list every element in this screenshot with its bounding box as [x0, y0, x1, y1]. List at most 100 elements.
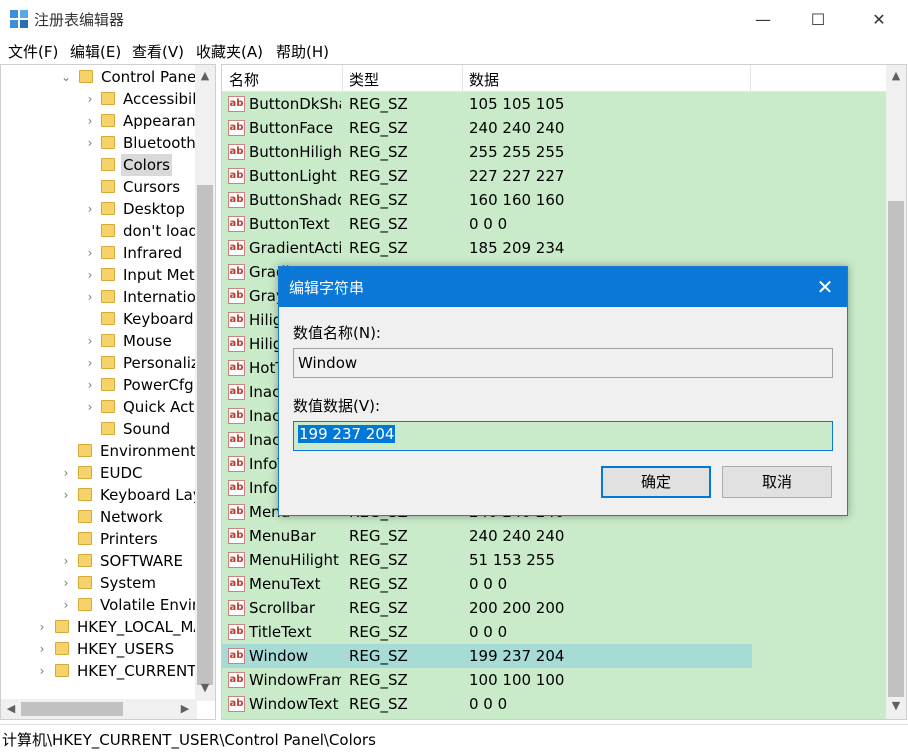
list-row[interactable]: abButtonDkShadow REG_SZ 105 105 105 — [222, 92, 752, 116]
tree-item[interactable]: › Mouse — [1, 330, 195, 352]
tree-item[interactable]: › Desktop — [1, 198, 195, 220]
chevron-right-icon[interactable]: › — [83, 132, 97, 154]
chevron-right-icon[interactable]: › — [83, 352, 97, 374]
tree-item[interactable]: › Bluetooth — [1, 132, 196, 154]
tree-vertical-scroll-thumb[interactable] — [197, 185, 213, 685]
list-scroll-down-icon[interactable]: ▼ — [888, 699, 904, 712]
tree-item[interactable]: ⌄ Control Panel — [1, 66, 201, 88]
tree-item[interactable]: › EUDC — [1, 462, 195, 484]
list-row[interactable]: ab ButtonLight REG_SZ 227 227 227 — [222, 164, 752, 188]
list-header: 名称 类型 数据 — [222, 65, 886, 92]
close-window-button[interactable]: ✕ — [852, 0, 906, 38]
tree-scroll-left-icon[interactable]: ◀ — [3, 702, 19, 715]
chevron-right-icon[interactable]: › — [83, 264, 97, 286]
chevron-right-icon[interactable]: › — [35, 660, 49, 682]
tree-horizontal-scroll-thumb[interactable] — [21, 702, 123, 716]
tree-item[interactable]: Colors — [1, 154, 195, 176]
tree-item[interactable]: ›Personalization — [1, 352, 215, 374]
tree-item[interactable]: don't load — [1, 220, 198, 242]
list-row[interactable]: ab Window REG_SZ 199 237 204 — [222, 644, 752, 668]
column-separator[interactable] — [462, 65, 463, 91]
registry-tree[interactable]: ⌄ Control Panel › Accessibility › Appearance ›… — [0, 64, 216, 720]
chevron-down-icon[interactable]: ⌄ — [59, 66, 73, 88]
list-row[interactable]: abGradientActiveTitle REG_SZ 185 209 234 — [222, 236, 752, 260]
tree-item[interactable]: › International — [1, 286, 215, 308]
ok-button[interactable]: 确定 — [601, 466, 711, 498]
tree-item[interactable]: › System — [1, 572, 195, 594]
chevron-right-icon[interactable]: › — [59, 594, 73, 616]
list-row[interactable]: ab MenuHilight REG_SZ 51 153 255 — [222, 548, 752, 572]
value-name-field[interactable]: Window — [293, 348, 833, 378]
list-row[interactable]: abButtonShadow REG_SZ 160 160 160 — [222, 188, 752, 212]
tree-item[interactable]: Printers — [1, 528, 195, 550]
menu-file[interactable]: 文件(F) — [8, 41, 58, 62]
list-row[interactable]: ab ButtonHilight REG_SZ 255 255 255 — [222, 140, 752, 164]
value-name: TitleText — [249, 623, 312, 641]
chevron-right-icon[interactable]: › — [83, 374, 97, 396]
chevron-right-icon[interactable]: › — [83, 396, 97, 418]
tree-item[interactable]: › Accessibility — [1, 88, 215, 110]
value-name: MenuText — [249, 575, 321, 593]
chevron-right-icon[interactable]: › — [59, 550, 73, 572]
menu-help[interactable]: 帮助(H) — [276, 41, 329, 62]
list-row[interactable]: ab MenuBar REG_SZ 240 240 240 — [222, 524, 752, 548]
list-row[interactable]: ab Scrollbar REG_SZ 200 200 200 — [222, 596, 752, 620]
tree-scroll-up-icon[interactable]: ▲ — [197, 69, 213, 82]
tree-item[interactable]: › PowerCfg — [1, 374, 195, 396]
list-scroll-up-icon[interactable]: ▲ — [888, 69, 904, 82]
tree-item[interactable]: Sound — [1, 418, 195, 440]
chevron-right-icon[interactable]: › — [35, 616, 49, 638]
chevron-right-icon[interactable]: › — [83, 110, 97, 132]
tree-item[interactable]: › Quick Actions — [1, 396, 215, 418]
tree-scroll-down-icon[interactable]: ▼ — [197, 681, 213, 694]
tree-item[interactable]: › SOFTWARE — [1, 550, 195, 572]
column-header-data[interactable]: 数据 — [469, 69, 499, 90]
chevron-right-icon[interactable]: › — [83, 330, 97, 352]
list-row[interactable]: ab TitleText REG_SZ 0 0 0 — [222, 620, 752, 644]
tree-item[interactable]: Network — [1, 506, 195, 528]
tree-item[interactable]: › HKEY_USERS — [1, 638, 195, 660]
dialog-title-bar[interactable]: 编辑字符串 ✕ — [279, 267, 847, 307]
maximize-button[interactable]: ☐ — [791, 0, 845, 38]
cancel-button[interactable]: 取消 — [722, 466, 832, 498]
list-row[interactable]: ab ButtonFace REG_SZ 240 240 240 — [222, 116, 752, 140]
column-separator[interactable] — [342, 65, 343, 91]
status-path: 计算机\HKEY_CURRENT_USER\Control Panel\Colo… — [2, 731, 376, 749]
tree-item[interactable]: › Appearance — [1, 110, 213, 132]
dialog-close-icon[interactable]: ✕ — [811, 273, 839, 301]
tree-item[interactable]: › Keyboard Layout — [1, 484, 215, 506]
tree-item[interactable]: Environment — [1, 440, 196, 462]
list-vertical-scroll-thumb[interactable] — [888, 201, 904, 697]
column-separator[interactable] — [750, 65, 751, 91]
tree-item[interactable]: › Infrared — [1, 242, 195, 264]
tree-item[interactable]: ›HKEY_CURRENT_CONFIG — [1, 660, 215, 682]
tree-item[interactable]: ›Volatile Environment — [1, 594, 215, 616]
list-row[interactable]: ab ButtonText REG_SZ 0 0 0 — [222, 212, 752, 236]
chevron-right-icon[interactable]: › — [83, 242, 97, 264]
menu-view[interactable]: 查看(V) — [132, 41, 184, 62]
tree-item[interactable]: ›HKEY_LOCAL_MACHINE — [1, 616, 215, 638]
chevron-right-icon[interactable]: › — [83, 88, 97, 110]
chevron-right-icon[interactable]: › — [59, 484, 73, 506]
list-row[interactable]: abWindowFrame REG_SZ 100 100 100 — [222, 668, 752, 692]
chevron-right-icon[interactable]: › — [83, 286, 97, 308]
minimize-button[interactable]: — — [736, 0, 790, 38]
list-row[interactable]: ab MenuText REG_SZ 0 0 0 — [222, 572, 752, 596]
column-header-name[interactable]: 名称 — [229, 69, 259, 90]
chevron-right-icon[interactable]: › — [35, 638, 49, 660]
value-type: REG_SZ — [349, 623, 408, 641]
menu-favorites[interactable]: 收藏夹(A) — [196, 41, 263, 62]
tree-scroll-right-icon[interactable]: ▶ — [177, 702, 193, 715]
tree-item[interactable]: Keyboard — [1, 308, 195, 330]
folder-icon — [79, 70, 93, 83]
chevron-right-icon[interactable]: › — [83, 198, 97, 220]
value-data-input[interactable]: 199 237 204 — [293, 421, 833, 451]
chevron-right-icon[interactable]: › — [59, 462, 73, 484]
tree-item[interactable]: Cursors — [1, 176, 195, 198]
list-row[interactable]: ab WindowText REG_SZ 0 0 0 — [222, 692, 752, 716]
string-value-icon: ab — [228, 360, 245, 376]
column-header-type[interactable]: 类型 — [349, 69, 379, 90]
menu-edit[interactable]: 编辑(E) — [70, 41, 121, 62]
tree-item[interactable]: › Input Method — [1, 264, 215, 286]
chevron-right-icon[interactable]: › — [59, 572, 73, 594]
